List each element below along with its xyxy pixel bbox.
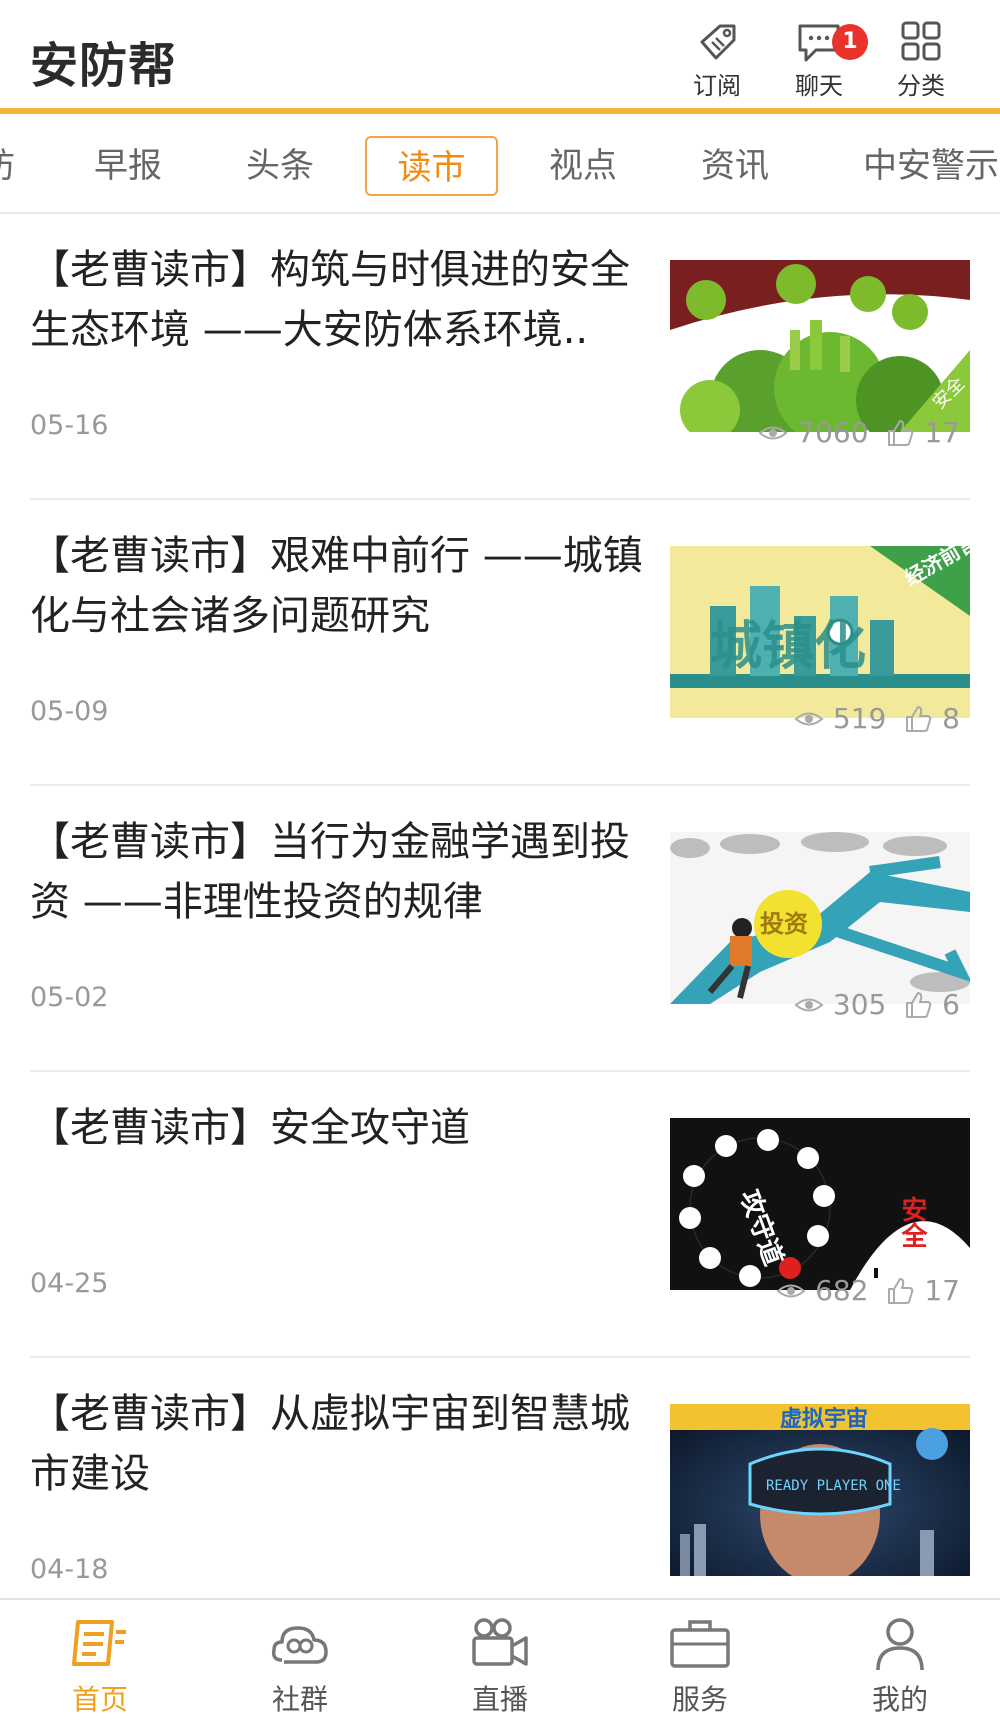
article-date: 04-25 xyxy=(30,1268,109,1299)
like-count: 17 xyxy=(924,416,960,449)
tab-viewpoint[interactable]: 视点 xyxy=(533,136,633,196)
article-date: 05-02 xyxy=(30,982,109,1013)
article-stats: 7060 17 xyxy=(758,414,960,450)
nav-home[interactable]: 首页 xyxy=(40,1616,160,1720)
category-tabs: 防 早报 头条 读市 视点 资讯 中安警示 xyxy=(0,120,1000,214)
article-title: 【老曹读市】从虚拟宇宙到智慧城市建设 xyxy=(30,1391,630,1497)
grid-icon xyxy=(901,21,941,61)
article-thumbnail: 虚拟宇宙 READY PLAYER ONE xyxy=(670,1404,970,1576)
like-count: 6 xyxy=(942,988,960,1021)
article-date: 05-16 xyxy=(30,410,109,441)
thumb-text: 虚拟宇宙 xyxy=(780,1406,868,1432)
article-stats: 519 8 xyxy=(794,700,960,736)
thumbs-up-icon[interactable] xyxy=(885,1276,915,1306)
like-count: 17 xyxy=(924,1274,960,1307)
article-item[interactable]: 【老曹读市】当行为金融学遇到投资 ——非理性投资的规律 05-02 投资 305… xyxy=(30,786,970,1072)
tab-news[interactable]: 资讯 xyxy=(685,136,785,196)
app-logo: 安防帮 xyxy=(30,38,178,94)
article-thumbnail: 攻守道 安全 xyxy=(670,1118,970,1290)
user-icon xyxy=(876,1618,924,1671)
article-item[interactable]: 【老曹读市】艰难中前行 ——城镇化与社会诸多问题研究 05-09 经济前言 城镇… xyxy=(30,500,970,786)
nav-profile[interactable]: 我的 xyxy=(840,1616,960,1720)
article-title: 【老曹读市】安全攻守道 xyxy=(30,1105,470,1151)
tab-partial[interactable]: 防 xyxy=(0,136,18,196)
community-icon xyxy=(271,1626,328,1664)
article-title: 【老曹读市】当行为金融学遇到投资 ——非理性投资的规律 xyxy=(30,819,630,925)
eye-icon xyxy=(794,712,824,726)
chat-button[interactable]: 1 聊天 xyxy=(774,16,868,100)
article-title: 【老曹读市】构筑与时俱进的安全生态环境 ——大安防体系环境.. xyxy=(30,247,630,353)
article-item[interactable]: 【老曹读市】安全攻守道 04-25 攻守道 安全 682 17 xyxy=(30,1072,970,1358)
briefcase-icon xyxy=(670,1620,730,1668)
thumb-text-alt: READY PLAYER ONE xyxy=(766,1478,901,1494)
article-item[interactable]: 【老曹读市】构筑与时俱进的安全生态环境 ——大安防体系环境.. 05-16 安全… xyxy=(30,214,970,500)
category-button[interactable]: 分类 xyxy=(876,16,966,100)
chat-badge: 1 xyxy=(832,24,868,60)
thumb-text: 城镇化 xyxy=(710,617,866,677)
subscribe-button[interactable]: 订阅 xyxy=(672,16,762,100)
tab-market-reading[interactable]: 读市 xyxy=(365,136,498,196)
nav-label: 我的 xyxy=(871,1683,928,1716)
video-camera-icon xyxy=(472,1618,528,1666)
eye-icon xyxy=(794,998,824,1012)
article-title: 【老曹读市】艰难中前行 ——城镇化与社会诸多问题研究 xyxy=(30,533,643,639)
top-header: 安防帮 订阅 1 聊天 分类 xyxy=(0,0,1000,114)
eye-icon xyxy=(776,1284,806,1298)
article-thumbnail: 投资 xyxy=(670,832,970,1004)
chat-label: 聊天 xyxy=(795,72,843,100)
thumbs-up-icon[interactable] xyxy=(885,418,915,448)
thumb-text: 投资 xyxy=(760,910,808,938)
app-root: 安防帮 订阅 1 聊天 分类 早报 头条 读市 视点 资讯 中安警示 【老曹读市… xyxy=(0,0,1000,1722)
tab-security-alert[interactable]: 中安警示 xyxy=(846,136,1000,196)
thumb-text-alt: 安全 xyxy=(897,1196,928,1248)
article-date: 05-09 xyxy=(30,696,109,727)
nav-live[interactable]: 直播 xyxy=(440,1616,560,1720)
article-thumbnail: 安全 xyxy=(670,260,970,432)
nav-label: 直播 xyxy=(471,1683,528,1716)
article-thumbnail: 经济前言 城镇化 xyxy=(670,546,970,718)
thumbs-up-icon[interactable] xyxy=(903,704,933,734)
like-count: 8 xyxy=(942,702,960,735)
eye-icon xyxy=(758,426,788,440)
tab-headlines[interactable]: 头条 xyxy=(230,136,330,196)
thumbs-up-icon[interactable] xyxy=(903,990,933,1020)
view-count: 682 xyxy=(815,1274,869,1307)
view-count: 305 xyxy=(832,988,887,1021)
article-date: 04-18 xyxy=(30,1554,109,1585)
view-count: 519 xyxy=(832,702,887,735)
view-count: 7060 xyxy=(797,416,869,449)
nav-label: 社群 xyxy=(271,1683,328,1716)
category-label: 分类 xyxy=(897,72,945,100)
subscribe-label: 订阅 xyxy=(693,72,741,100)
article-stats: 305 6 xyxy=(794,986,960,1022)
nav-service[interactable]: 服务 xyxy=(640,1616,760,1720)
article-stats: 682 17 xyxy=(776,1272,960,1308)
home-doc-icon xyxy=(72,1620,126,1666)
tag-icon xyxy=(700,24,736,60)
bottom-nav: 首页 社群 直播 服务 我的 xyxy=(0,1598,1000,1722)
tab-morning-news[interactable]: 早报 xyxy=(78,136,178,196)
nav-community[interactable]: 社群 xyxy=(240,1616,360,1720)
nav-label: 服务 xyxy=(671,1683,728,1716)
nav-label: 首页 xyxy=(71,1683,128,1716)
